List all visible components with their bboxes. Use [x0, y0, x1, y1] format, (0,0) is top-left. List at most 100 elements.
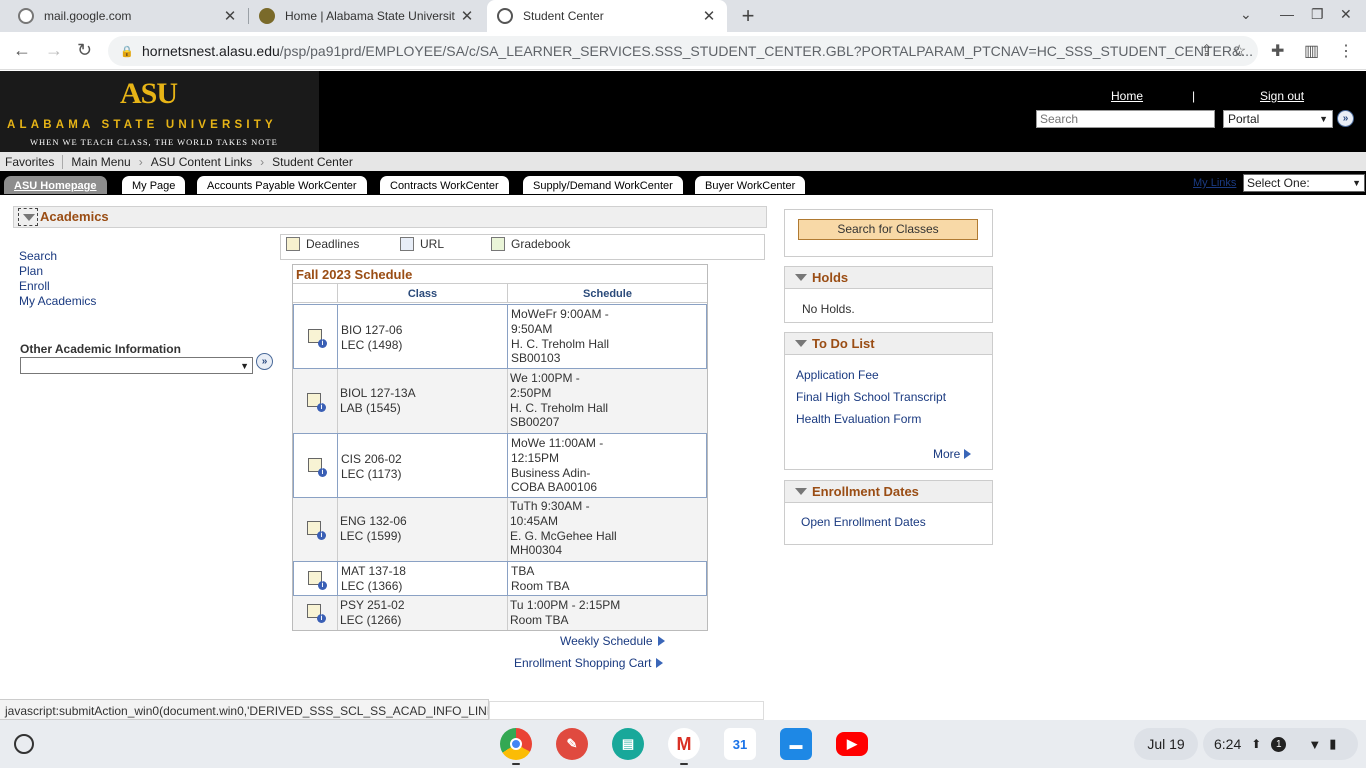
class-details-icon[interactable]: [308, 571, 327, 590]
class-section: LEC (1599): [340, 529, 402, 543]
status-tray[interactable]: 6:24 ⬆ 1 ▼ ▮: [1203, 728, 1358, 760]
side-panel-icon[interactable]: ▥: [1304, 41, 1319, 61]
tab-accounts-payable-workcenter[interactable]: Accounts Payable WorkCenter: [197, 176, 367, 194]
more-link[interactable]: More: [933, 447, 972, 461]
class-name: BIOL 127-13A: [340, 386, 416, 400]
search-link[interactable]: Search: [19, 249, 96, 264]
globe-icon: [497, 8, 513, 24]
my-academics-link[interactable]: My Academics: [19, 294, 96, 309]
lock-icon: 🔒: [120, 45, 134, 58]
holds-header[interactable]: Holds: [785, 267, 992, 289]
bookmark-star-icon[interactable]: ☆: [1232, 41, 1246, 61]
to-do-item[interactable]: Health Evaluation Form: [796, 412, 921, 426]
menu-kebab-icon[interactable]: ⋮: [1338, 41, 1354, 61]
deadlines-link[interactable]: Deadlines: [286, 237, 359, 251]
enrollment-shopping-cart-link[interactable]: Enrollment Shopping Cart: [514, 656, 664, 670]
browser-tab-student-center[interactable]: Student Center ✕: [487, 0, 727, 32]
to-do-list-header[interactable]: To Do List: [785, 333, 992, 355]
gmail-icon[interactable]: M: [668, 728, 700, 760]
breadcrumb-asu-content-links[interactable]: ASU Content Links: [146, 155, 257, 169]
divider: [337, 562, 338, 595]
portal-search-input[interactable]: [1036, 110, 1215, 128]
url-field[interactable]: 🔒 hornetsnest.alasu.edu/psp/pa91prd/EMPL…: [108, 36, 1258, 66]
tab-my-page[interactable]: My Page: [122, 176, 186, 194]
other-academic-info-select[interactable]: ▼: [20, 357, 253, 374]
browser-tab-strip: mail.google.com ✕ Home | Alabama State U…: [0, 0, 1366, 32]
schedule-line: TBA: [511, 564, 535, 578]
close-icon[interactable]: ✕: [701, 7, 717, 25]
breadcrumb: Favorites Main Menu › ASU Content Links …: [0, 152, 1366, 171]
schedule-line: Business Adin-: [511, 465, 591, 480]
calendar-icon[interactable]: 31: [724, 728, 756, 760]
tab-buyer-workcenter[interactable]: Buyer WorkCenter: [695, 176, 806, 194]
gradebook-link[interactable]: Gradebook: [491, 237, 570, 251]
my-links-select[interactable]: Select One: ▼: [1243, 174, 1365, 192]
to-do-item[interactable]: Application Fee: [796, 368, 879, 382]
collapse-toggle-icon[interactable]: [18, 208, 38, 226]
close-icon[interactable]: ✕: [459, 7, 475, 25]
files-icon[interactable]: ▬: [780, 728, 812, 760]
reload-icon[interactable]: ↻: [77, 40, 92, 61]
col-header-schedule: Schedule: [508, 283, 707, 303]
new-tab-button[interactable]: +: [736, 3, 760, 29]
my-links-link[interactable]: My Links: [1193, 177, 1236, 189]
plan-link[interactable]: Plan: [19, 264, 96, 279]
forward-icon[interactable]: →: [45, 40, 63, 61]
schedule-line: SB00207: [510, 415, 560, 430]
divider: [337, 434, 338, 497]
tab-supply-demand-workcenter[interactable]: Supply/Demand WorkCenter: [523, 176, 683, 194]
class-details-icon[interactable]: [308, 329, 327, 348]
youtube-icon[interactable]: ▶: [836, 732, 868, 756]
tab-search-icon[interactable]: ⌄: [1240, 6, 1252, 23]
divider: [337, 498, 338, 561]
chrome-icon[interactable]: [500, 728, 532, 760]
browser-tab-asu-home[interactable]: Home | Alabama State Universit ✕: [249, 0, 485, 32]
maximize-icon[interactable]: ❐: [1311, 6, 1324, 23]
holds-text: No Holds.: [802, 302, 855, 316]
share-icon[interactable]: ⇪: [1200, 41, 1213, 61]
table-row: PSY 251-02LEC (1266) Tu 1:00PM - 2:15PMR…: [293, 596, 707, 630]
enroll-link[interactable]: Enroll: [19, 279, 96, 294]
enrollment-dates-header[interactable]: Enrollment Dates: [785, 481, 992, 503]
calendar-day: 31: [732, 736, 748, 752]
logo-mark: ASU: [120, 77, 178, 110]
go-icon[interactable]: »: [256, 353, 273, 370]
canvas-icon[interactable]: ✎: [556, 728, 588, 760]
schedule-line: H. C. Treholm Hall: [511, 336, 610, 351]
browser-tab-gmail[interactable]: mail.google.com ✕: [8, 0, 248, 32]
classroom-icon[interactable]: ▤: [612, 728, 644, 760]
date-tray[interactable]: Jul 19: [1134, 728, 1198, 760]
launcher-icon[interactable]: [14, 734, 34, 754]
search-scope-select[interactable]: Portal ▼: [1223, 110, 1333, 128]
chevron-right-icon: ›: [138, 154, 143, 169]
tab-contracts-workcenter[interactable]: Contracts WorkCenter: [380, 176, 509, 194]
home-link[interactable]: Home: [1111, 89, 1143, 103]
collapse-triangle-icon: [795, 274, 807, 281]
minimize-icon[interactable]: —: [1280, 6, 1294, 22]
extensions-icon[interactable]: ✚: [1271, 41, 1284, 61]
to-do-item[interactable]: Final High School Transcript: [796, 390, 946, 404]
tab-asu-homepage[interactable]: ASU Homepage: [4, 176, 107, 194]
sign-out-link[interactable]: Sign out: [1260, 89, 1304, 103]
class-details-icon[interactable]: [307, 521, 326, 540]
search-go-icon[interactable]: »: [1337, 110, 1354, 127]
class-details-icon[interactable]: [307, 393, 326, 412]
weekly-schedule-link[interactable]: Weekly Schedule: [560, 634, 665, 648]
asu-logo[interactable]: ASU ALABAMA STATE UNIVERSITY WHEN WE TEA…: [0, 71, 319, 152]
class-details-icon[interactable]: [308, 458, 327, 477]
open-enrollment-dates-link[interactable]: Open Enrollment Dates: [801, 515, 926, 529]
breadcrumb-main-menu[interactable]: Main Menu: [66, 155, 135, 169]
search-for-classes-button[interactable]: Search for Classes: [798, 219, 978, 240]
back-icon[interactable]: ←: [13, 40, 31, 61]
divider: [507, 434, 508, 497]
close-window-icon[interactable]: ✕: [1340, 6, 1352, 23]
col-header-icon: [293, 283, 338, 303]
schedule-line: Room TBA: [510, 612, 569, 627]
class-section: LEC (1173): [341, 467, 402, 481]
class-details-icon[interactable]: [307, 604, 326, 623]
url-link[interactable]: URL: [400, 237, 444, 251]
schedule-line: We 1:00PM -: [510, 371, 580, 385]
close-icon[interactable]: ✕: [222, 7, 238, 25]
breadcrumb-favorites[interactable]: Favorites: [0, 155, 59, 169]
portal-tab-bar: ASU Homepage My Page Accounts Payable Wo…: [0, 171, 1366, 195]
